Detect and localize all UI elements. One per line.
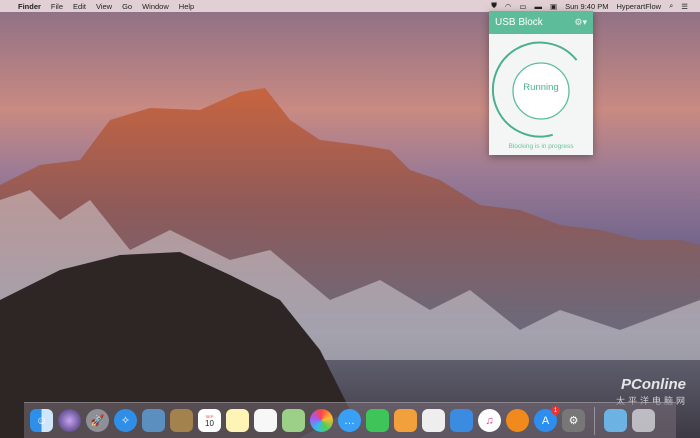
calendar-icon[interactable]: SEP 10 — [198, 409, 221, 432]
desktop-wallpaper — [0, 0, 700, 438]
input-source-icon[interactable]: ▣ — [550, 2, 557, 11]
facetime-icon[interactable] — [366, 409, 389, 432]
preview-icon[interactable] — [142, 409, 165, 432]
dock: ☺ 🚀 ✧ SEP 10 … ♫ A1 ⚙ — [24, 402, 676, 438]
app-store-icon[interactable]: A1 — [534, 406, 560, 432]
itunes-icon[interactable]: ♫ — [478, 409, 501, 432]
messages-icon[interactable]: … — [338, 409, 361, 432]
app-store-badge: 1 — [551, 406, 560, 415]
menu-edit[interactable]: Edit — [73, 2, 86, 11]
watermark-brand: PConline — [620, 376, 686, 393]
system-preferences-icon[interactable]: ⚙ — [562, 409, 585, 432]
downloads-folder-icon[interactable] — [604, 409, 627, 432]
notification-center-icon[interactable]: ☰ — [681, 2, 688, 11]
user-menu[interactable]: HyperartFlow — [616, 2, 661, 11]
status-text: Blocking is in progress — [508, 143, 574, 150]
gear-icon[interactable]: ⚙▾ — [574, 17, 587, 28]
spotlight-icon[interactable]: ⌕ — [669, 1, 673, 11]
trash-icon[interactable] — [632, 409, 655, 432]
popup-title: USB Block — [495, 17, 543, 28]
contacts-icon[interactable] — [170, 409, 193, 432]
finder-icon[interactable]: ☺ — [30, 409, 53, 432]
popup-header: USB Block ⚙▾ — [489, 11, 593, 34]
wifi-icon[interactable]: ◠ — [505, 2, 512, 11]
menu-help[interactable]: Help — [179, 2, 194, 11]
maps-icon[interactable] — [282, 409, 305, 432]
launchpad-icon[interactable]: 🚀 — [86, 409, 109, 432]
shield-icon[interactable]: ⛊ — [491, 1, 497, 11]
usb-block-popup: USB Block ⚙▾ Running Blocking is in prog… — [489, 11, 593, 155]
photos-icon[interactable] — [310, 409, 333, 432]
notes-icon[interactable] — [226, 409, 249, 432]
menu-app-finder[interactable]: Finder — [18, 2, 41, 11]
ibooks-icon[interactable] — [506, 409, 529, 432]
airplay-icon[interactable]: ▭ — [519, 2, 526, 11]
menu-go[interactable]: Go — [122, 2, 132, 11]
battery-icon[interactable]: ▬ — [535, 2, 543, 11]
menu-view[interactable]: View — [96, 2, 112, 11]
siri-icon[interactable] — [58, 409, 81, 432]
menu-window[interactable]: Window — [142, 2, 169, 11]
menu-bar: Finder File Edit View Go Window Help ⛊ ◠… — [0, 0, 700, 12]
numbers-icon[interactable] — [422, 409, 445, 432]
pages-icon[interactable] — [394, 409, 417, 432]
state-label[interactable]: Running — [489, 82, 593, 93]
calendar-day: 10 — [205, 418, 214, 428]
dock-separator — [594, 406, 595, 435]
clock[interactable]: Sun 9:40 PM — [565, 2, 608, 11]
menu-file[interactable]: File — [51, 2, 63, 11]
reminders-icon[interactable] — [254, 409, 277, 432]
keynote-icon[interactable] — [450, 409, 473, 432]
progress-ring — [492, 41, 578, 138]
safari-icon[interactable]: ✧ — [114, 409, 137, 432]
